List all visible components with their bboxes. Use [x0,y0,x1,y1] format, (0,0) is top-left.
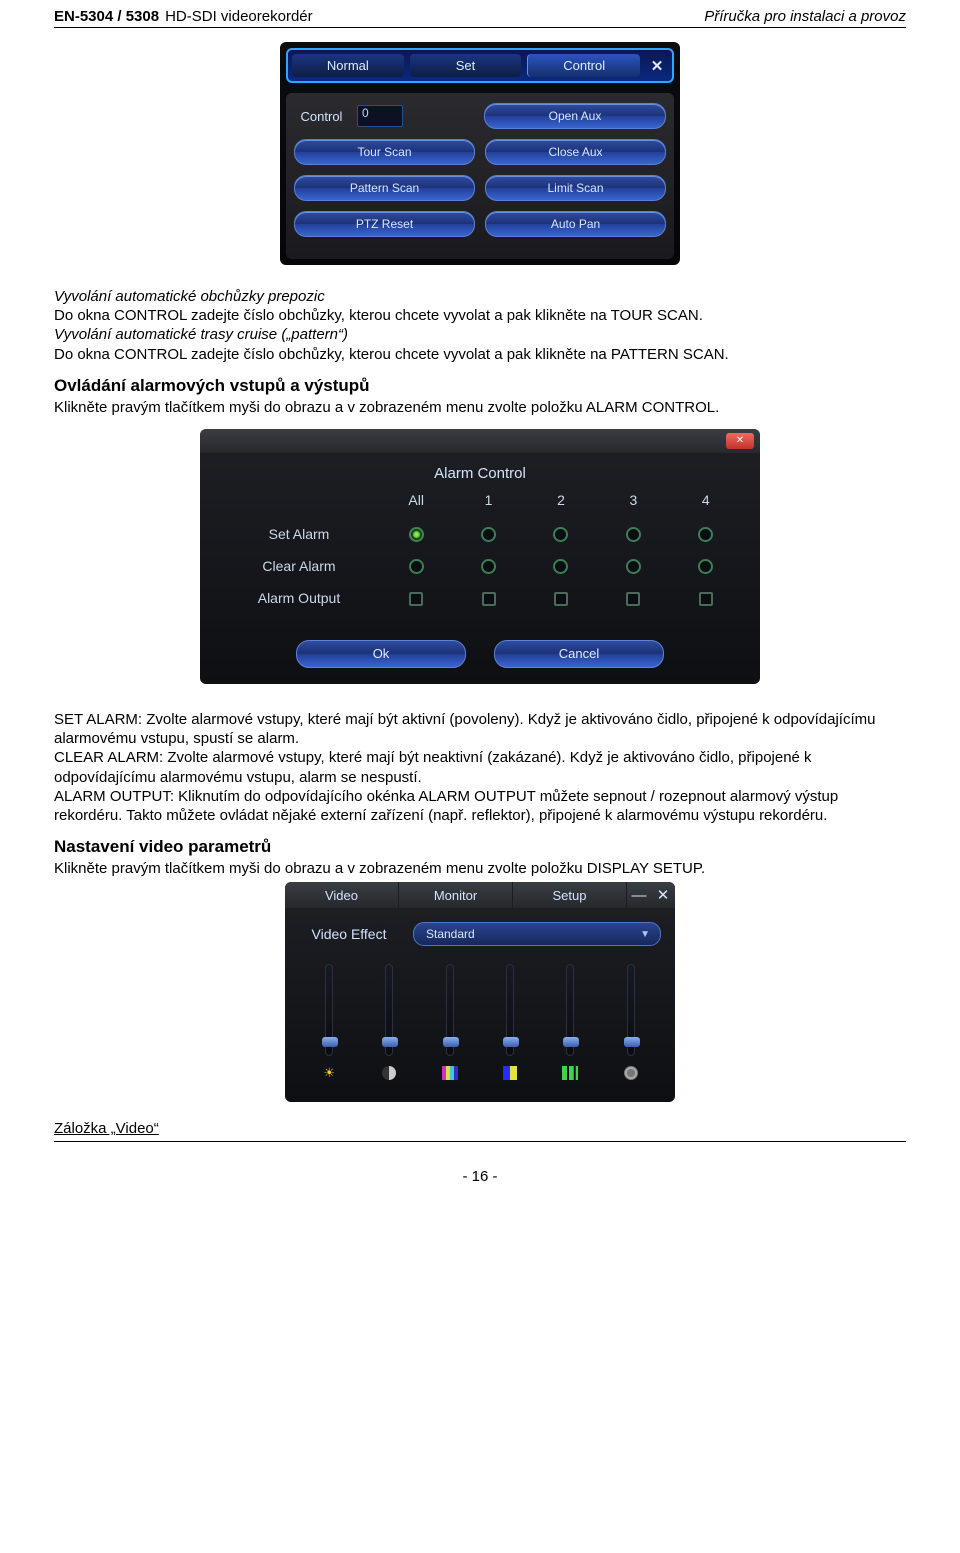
chevron-down-icon: ▼ [640,929,650,940]
sharpness-slider[interactable] [566,964,574,1056]
close-icon[interactable]: ✕ [726,433,754,449]
tab-control[interactable]: Control [527,54,640,77]
clear-alarm-1-radio[interactable] [481,559,496,574]
saturation-slider[interactable] [446,964,454,1056]
subheading-tour: Vyvolání automatické obchůzky prepozic [54,288,325,305]
video-effect-value: Standard [426,927,475,941]
set-alarm-all-radio[interactable] [409,527,424,542]
open-aux-button[interactable]: Open Aux [484,103,666,129]
row-clear-alarm: Clear Alarm [218,558,380,574]
col-2: 2 [525,492,597,508]
subheading-pattern: Vyvolání automatické trasy cruise („patt… [54,326,348,343]
row-alarm-output: Alarm Output [218,590,380,606]
ptz-reset-button[interactable]: PTZ Reset [294,211,475,237]
tab-set[interactable]: Set [410,54,522,77]
tab-normal[interactable]: Normal [292,54,404,77]
ok-button[interactable]: Ok [296,640,466,668]
contrast-slider[interactable] [385,964,393,1056]
sharpness-icon [561,1064,579,1082]
set-alarm-3-radio[interactable] [626,527,641,542]
brightness-slider[interactable] [325,964,333,1056]
page-header: EN-5304 / 5308 HD-SDI videorekordér Přír… [54,0,906,25]
header-model: EN-5304 / 5308 [54,8,159,25]
video-effect-select[interactable]: Standard ▼ [413,922,661,946]
display-setup-dialog: Video Monitor Setup — ✕ Video Effect Sta… [285,882,675,1102]
tab-setup[interactable]: Setup [513,882,627,908]
cancel-button[interactable]: Cancel [494,640,664,668]
tour-scan-button[interactable]: Tour Scan [294,139,475,165]
hue-slider[interactable] [506,964,514,1056]
alarm-output-desc: ALARM OUTPUT: Kliknutím do odpovídajícíh… [54,788,838,824]
footer-tab-label: Záložka „Video“ [54,1120,906,1137]
display-section-para: Klikněte pravým tlačítkem myši do obrazu… [54,859,906,878]
footer-rule [54,1141,906,1142]
close-icon[interactable]: ✕ [651,882,675,908]
col-all: All [380,492,452,508]
page-number: - 16 - [54,1168,906,1185]
tour-paragraph: Do okna CONTROL zadejte číslo obchůzky, … [54,307,703,324]
set-alarm-1-radio[interactable] [481,527,496,542]
clear-alarm-3-radio[interactable] [626,559,641,574]
alarm-output-1-check[interactable] [482,592,496,606]
close-icon[interactable]: ✕ [646,54,668,77]
alarm-output-4-check[interactable] [699,592,713,606]
contrast-icon [380,1064,398,1082]
clear-alarm-all-radio[interactable] [409,559,424,574]
col-1: 1 [452,492,524,508]
control-input[interactable]: 0 [357,105,403,127]
alarm-section-title: Ovládání alarmových vstupů a výstupů [54,376,906,396]
alarm-output-2-check[interactable] [554,592,568,606]
ptz-control-panel: Normal Set Control ✕ Control 0 Open Aux … [280,42,680,265]
tab-monitor[interactable]: Monitor [399,882,513,908]
color-bars-icon [441,1064,459,1082]
alarm-output-3-check[interactable] [626,592,640,606]
control-label: Control [294,109,349,124]
minimize-icon[interactable]: — [627,882,651,908]
clear-alarm-desc: CLEAR ALARM: Zvolte alarmové vstupy, kte… [54,749,812,785]
pattern-paragraph: Do okna CONTROL zadejte číslo obchůzky, … [54,346,729,363]
header-rule [54,27,906,28]
auto-pan-button[interactable]: Auto Pan [485,211,666,237]
set-alarm-4-radio[interactable] [698,527,713,542]
alarm-dialog-title: Alarm Control [200,453,760,492]
clear-alarm-4-radio[interactable] [698,559,713,574]
alarm-output-all-check[interactable] [409,592,423,606]
display-section-title: Nastavení video parametrů [54,837,906,857]
header-product: HD-SDI videorekordér [165,8,313,25]
row-set-alarm: Set Alarm [218,526,380,542]
tab-video[interactable]: Video [285,882,399,908]
clear-alarm-2-radio[interactable] [553,559,568,574]
gear-icon [622,1064,640,1082]
sun-icon: ☀ [320,1064,338,1082]
close-aux-button[interactable]: Close Aux [485,139,666,165]
video-effect-label: Video Effect [299,926,399,942]
set-alarm-desc: SET ALARM: Zvolte alarmové vstupy, které… [54,711,875,747]
limit-scan-button[interactable]: Limit Scan [485,175,666,201]
alarm-control-dialog: ✕ Alarm Control All 1 2 3 4 Set Alarm [200,429,760,684]
extra-slider[interactable] [627,964,635,1056]
col-4: 4 [670,492,742,508]
alarm-section-para: Klikněte pravým tlačítkem myši do obrazu… [54,398,906,417]
hue-icon [501,1064,519,1082]
pattern-scan-button[interactable]: Pattern Scan [294,175,475,201]
header-manual-title: Příručka pro instalaci a provoz [704,8,906,25]
set-alarm-2-radio[interactable] [553,527,568,542]
col-3: 3 [597,492,669,508]
